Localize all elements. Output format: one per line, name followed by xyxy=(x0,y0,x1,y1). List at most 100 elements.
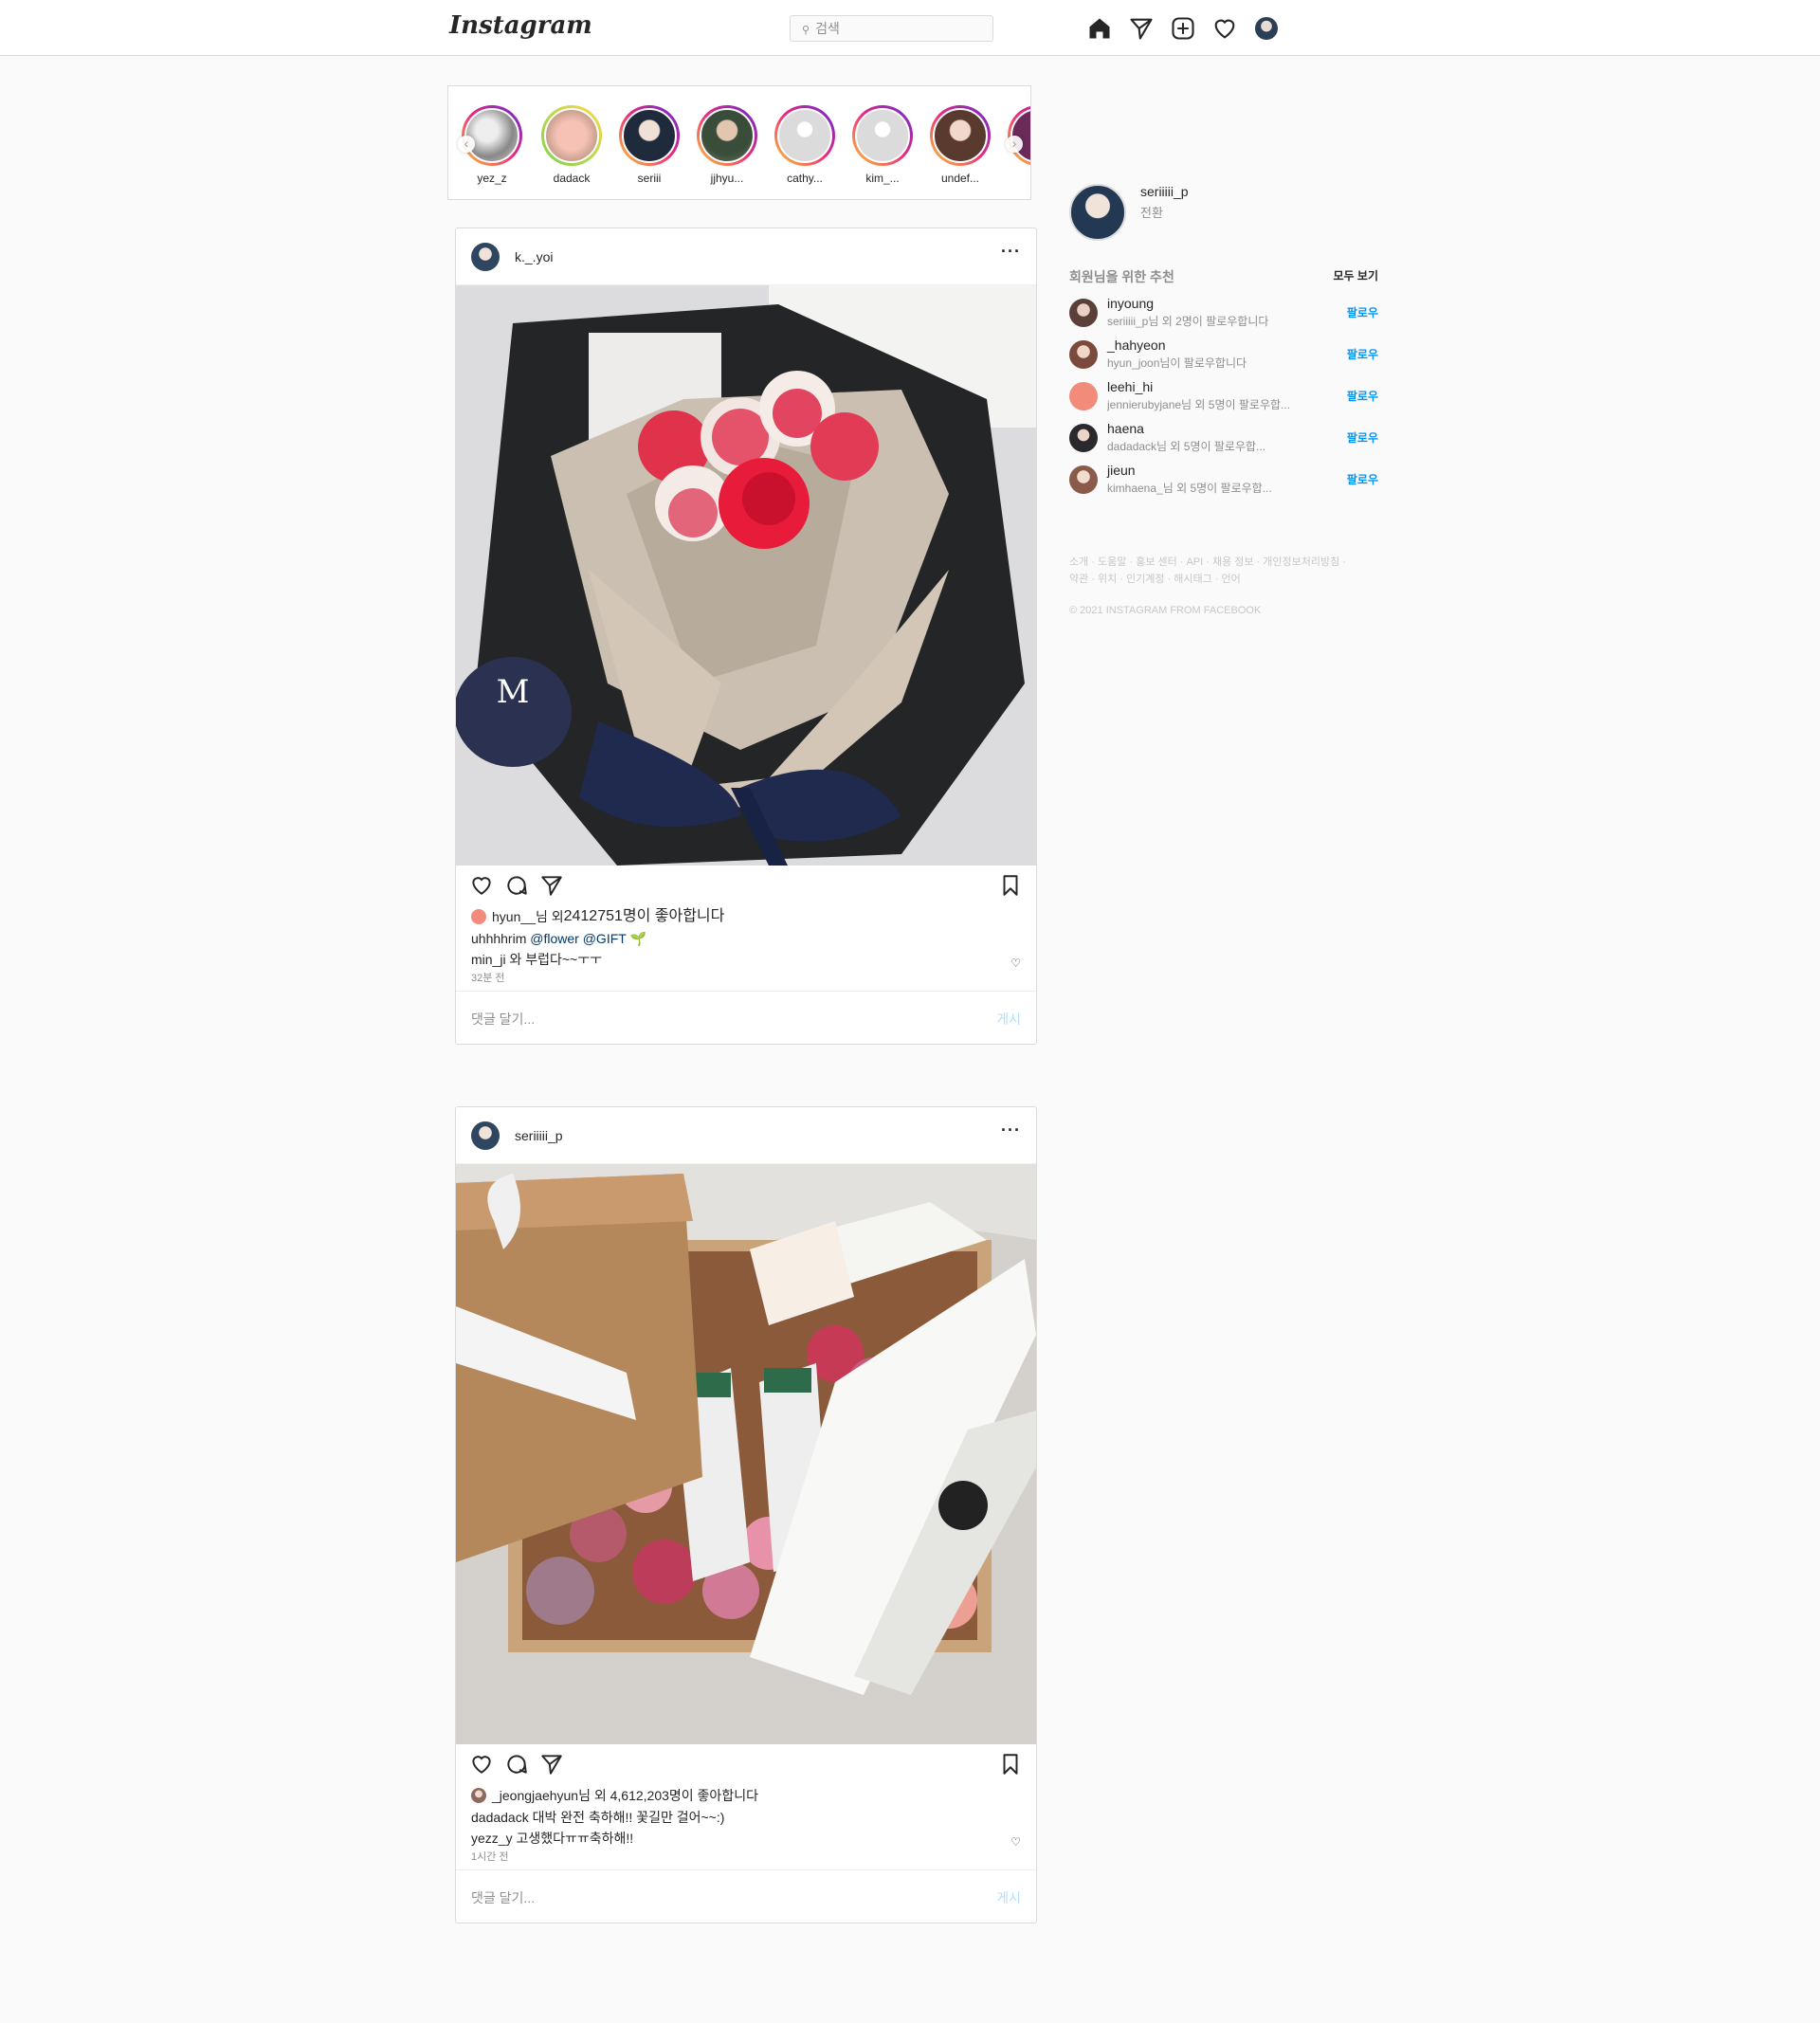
share-icon[interactable] xyxy=(539,1752,564,1777)
suggestion-item: haena dadadack님 외 5명이 팔로우합... 팔로우 xyxy=(1069,421,1378,453)
likes-text[interactable]: _jeongjaehyun님 외 4,612,203명이 좋아합니다 xyxy=(492,1784,758,1807)
new-post-icon[interactable] xyxy=(1170,15,1196,42)
comment-icon[interactable] xyxy=(504,873,529,898)
comment-input-area: 댓글 달기... 게시 xyxy=(456,991,1036,1044)
suggestion-item: _hahyeon hyun_joon님이 팔로우합니다 팔로우 xyxy=(1069,337,1378,370)
likes-line: hyun__ 님 외 2412751 명이 좋아합니다 xyxy=(456,905,1036,928)
caption-username[interactable]: uhhhhrim xyxy=(471,931,526,946)
story-avatar xyxy=(464,108,519,163)
suggestion-avatar[interactable] xyxy=(1069,382,1098,410)
suggestion-username[interactable]: _hahyeon xyxy=(1107,337,1166,353)
suggestion-username[interactable]: haena xyxy=(1107,421,1144,436)
post-actions xyxy=(456,1744,1036,1784)
direct-message-icon[interactable] xyxy=(1128,15,1155,42)
search-input[interactable]: ⚲ 검색 xyxy=(790,15,993,42)
switch-account-link[interactable]: 전환 xyxy=(1140,203,1163,221)
liker-avatar xyxy=(471,909,486,924)
comment-icon[interactable] xyxy=(504,1752,529,1777)
search-icon: ⚲ xyxy=(802,25,810,36)
liker-username[interactable]: hyun__ xyxy=(492,905,536,928)
suggestion-username[interactable]: inyoung xyxy=(1107,296,1154,311)
search-placeholder: 검색 xyxy=(815,21,840,36)
follow-button[interactable]: 팔로우 xyxy=(1347,304,1378,320)
suggestion-description: seriiiii_p님 외 2명이 팔로우합니다 xyxy=(1107,315,1269,328)
story-username: dadack xyxy=(553,172,591,185)
suggestion-description: jennierubyjane님 외 5명이 팔로우합... xyxy=(1107,398,1291,411)
stories-tray: yez_z dadack seriii jjhyu... cathy... ki… xyxy=(447,85,1031,200)
story-next-arrow[interactable]: › xyxy=(1006,136,1023,153)
comment-like-icon[interactable]: ♡ xyxy=(1010,953,1021,974)
story-username: cathy... xyxy=(787,172,823,185)
story-prev-arrow[interactable]: ‹ xyxy=(458,136,475,153)
suggestion-description: dadadack님 외 5명이 팔로우합... xyxy=(1107,440,1266,453)
story-avatar-default xyxy=(777,108,832,163)
story-item[interactable]: seriii xyxy=(619,105,680,185)
follow-button[interactable]: 팔로우 xyxy=(1347,471,1378,487)
see-all-link[interactable]: 모두 보기 xyxy=(1334,267,1379,283)
likes-suffix: 명이 좋아합니다 xyxy=(622,908,725,924)
post-author-avatar[interactable] xyxy=(471,1121,500,1150)
more-options-icon[interactable]: ··· xyxy=(1001,242,1021,262)
follow-button[interactable]: 팔로우 xyxy=(1347,388,1378,404)
sidebar-username[interactable]: seriiiii_p xyxy=(1140,184,1189,199)
footer-links-line[interactable]: 소개 · 도움말 · 홍보 센터 · API · 채용 정보 · 개인정보처리방… xyxy=(1069,554,1382,571)
post-image-flower-bouquet[interactable]: M xyxy=(456,285,1036,866)
instagram-logo[interactable]: Instagram xyxy=(449,11,592,40)
story-username: kim_... xyxy=(865,172,900,185)
follow-button[interactable]: 팔로우 xyxy=(1347,429,1378,446)
save-bookmark-icon[interactable] xyxy=(998,873,1023,898)
sidebar-profile-avatar[interactable] xyxy=(1069,184,1126,241)
post-image-gift-box[interactable] xyxy=(456,1164,1036,1744)
feed-post: k._.yoi ··· M hyun__ 님 외 2412751 명이 좋아합니… xyxy=(455,228,1037,1045)
feed-post: seriiiii_p ··· _jeongjaehyun님 외 4,612,20… xyxy=(455,1106,1037,1923)
story-username: yez_z xyxy=(477,172,507,185)
story-item[interactable]: jjhyu... xyxy=(697,105,757,185)
story-username: undef... xyxy=(940,172,980,185)
story-item[interactable]: kim_... xyxy=(852,105,913,185)
post-caption: dadadack 대박 완전 축하해!! 꽃길만 걸어~~:) yezz_y 고… xyxy=(456,1807,1036,1849)
post-author-avatar[interactable] xyxy=(471,243,500,271)
follow-button[interactable]: 팔로우 xyxy=(1347,346,1378,362)
story-item[interactable]: cathy... xyxy=(774,105,835,185)
save-bookmark-icon[interactable] xyxy=(998,1752,1023,1777)
caption-tags[interactable]: @flower @GIFT xyxy=(530,931,626,946)
story-avatar xyxy=(622,108,677,163)
comment-like-icon[interactable]: ♡ xyxy=(1010,1832,1021,1852)
post-header: k._.yoi ··· xyxy=(456,228,1036,285)
post-comment-button[interactable]: 게시 xyxy=(996,1888,1021,1907)
top-navigation-bar: Instagram ⚲ 검색 xyxy=(0,0,1820,56)
post-author-username[interactable]: seriiiii_p xyxy=(515,1128,563,1143)
footer-links: 소개 · 도움말 · 홍보 센터 · API · 채용 정보 · 개인정보처리방… xyxy=(1069,554,1382,588)
suggestion-username[interactable]: jieun xyxy=(1107,463,1136,478)
share-icon[interactable] xyxy=(539,873,564,898)
likes-prefix: 님 외 xyxy=(535,909,564,924)
caption-emoji: 🌱 xyxy=(629,931,646,946)
likes-count[interactable]: 2412751 xyxy=(564,905,623,928)
suggestions-title: 회원님을 위한 추천 xyxy=(1069,269,1174,284)
likes-line: _jeongjaehyun님 외 4,612,203명이 좋아합니다 xyxy=(456,1784,1036,1807)
like-heart-icon[interactable] xyxy=(469,873,494,898)
post-author-username[interactable]: k._.yoi xyxy=(515,249,553,264)
suggestion-avatar[interactable] xyxy=(1069,299,1098,327)
comment-input[interactable]: 댓글 달기... xyxy=(471,1888,535,1907)
story-avatar xyxy=(700,108,755,163)
story-item[interactable]: dadack xyxy=(541,105,602,185)
comment-input[interactable]: 댓글 달기... xyxy=(471,1010,535,1029)
footer-links-line[interactable]: 약관 · 위치 · 인기계정 · 해시태그 · 언어 xyxy=(1069,571,1382,588)
more-options-icon[interactable]: ··· xyxy=(1001,1121,1021,1140)
activity-heart-icon[interactable] xyxy=(1211,15,1238,42)
suggestion-username[interactable]: leehi_hi xyxy=(1107,379,1153,394)
suggestions-header: 회원님을 위한 추천 모두 보기 xyxy=(1069,267,1379,284)
post-comment-button[interactable]: 게시 xyxy=(996,1010,1021,1029)
like-heart-icon[interactable] xyxy=(469,1752,494,1777)
home-icon[interactable] xyxy=(1086,15,1113,42)
story-item[interactable]: undef... xyxy=(930,105,991,185)
suggestion-avatar[interactable] xyxy=(1069,340,1098,369)
suggestion-item: jieun kimhaena_님 외 5명이 팔로우합... 팔로우 xyxy=(1069,463,1378,495)
nav-icons xyxy=(1086,15,1278,42)
liker-avatar xyxy=(471,1788,486,1803)
profile-avatar[interactable] xyxy=(1255,17,1278,40)
suggestion-avatar[interactable] xyxy=(1069,465,1098,494)
suggestion-avatar[interactable] xyxy=(1069,424,1098,452)
story-username: jjhyu... xyxy=(710,172,744,185)
